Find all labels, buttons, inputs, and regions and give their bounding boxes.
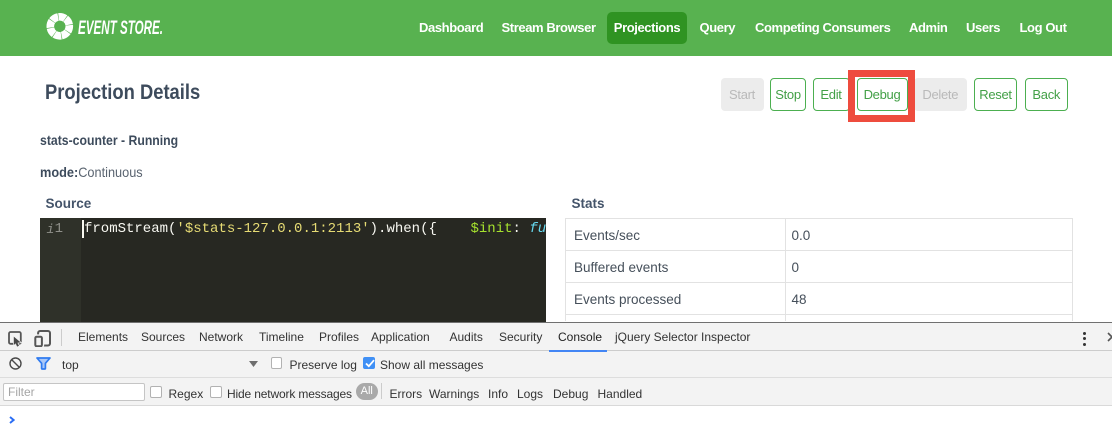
svg-text:EVENT STORE.: EVENT STORE. bbox=[78, 17, 163, 39]
